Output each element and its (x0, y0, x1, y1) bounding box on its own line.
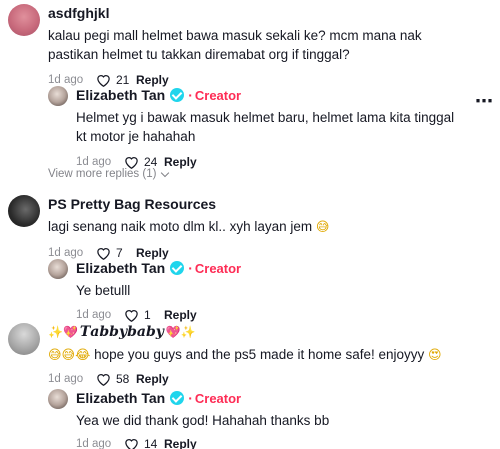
comment-text: 😅😅😂 hope you guys and the ps5 made it ho… (48, 345, 442, 365)
separator: · (188, 260, 193, 276)
comment-text: Ye betulll (76, 283, 131, 298)
timestamp: 1d ago (76, 438, 112, 449)
comment-emoji: 😍 (428, 348, 442, 363)
creator-badge: Creator (194, 260, 242, 276)
like-button[interactable]: 21 (96, 73, 136, 87)
reply-button[interactable]: Reply (136, 372, 169, 386)
reply-button[interactable]: Reply (136, 73, 169, 87)
avatar[interactable] (48, 86, 68, 106)
comment-text-body: lagi senang naik moto dlm kl.. xyh layan… (48, 219, 313, 234)
more-options-icon[interactable]: ⋯ (475, 91, 494, 112)
avatar[interactable] (8, 195, 40, 227)
comment-text: kalau pegi mall helmet bawa masuk sekali… (48, 28, 422, 62)
comment-emoji-prefix: 😅😅😂 (48, 348, 91, 363)
like-count: 7 (116, 246, 123, 260)
timestamp: 1d ago (48, 247, 84, 259)
username[interactable]: Elizabeth Tan (76, 390, 165, 406)
like-count: 58 (116, 372, 130, 386)
separator: · (188, 390, 193, 406)
reply-button[interactable]: Reply (136, 246, 169, 260)
comment-text: Yea we did thank god! Hahahah thanks bb (76, 413, 330, 428)
reply-button[interactable]: Reply (164, 155, 197, 169)
verified-badge-icon (170, 88, 185, 102)
like-button[interactable]: 14 (124, 437, 164, 449)
like-count: 1 (144, 308, 151, 322)
username[interactable]: Elizabeth Tan (76, 87, 165, 103)
like-count: 24 (144, 155, 158, 169)
comment: asdfghjkl kalau pegi mall helmet bawa ma… (8, 4, 488, 88)
username[interactable]: asdfghjkl (48, 5, 109, 21)
reply-comment: Elizabeth Tan · Creator Helmet yg i bawa… (48, 86, 466, 170)
reply-button[interactable]: Reply (164, 308, 197, 322)
avatar[interactable] (8, 323, 40, 355)
reply-comment: Elizabeth Tan · Creator Yea we did thank… (48, 389, 329, 449)
heart-icon (97, 248, 110, 260)
heart-icon (97, 374, 110, 386)
view-more-replies[interactable]: View more replies (1) (48, 168, 170, 180)
creator-badge: Creator (194, 87, 242, 103)
username-prefix: ✨💖 (48, 325, 78, 339)
comment-text-body: hope you guys and the ps5 made it home s… (94, 347, 425, 362)
comment-text: Helmet yg i bawak masuk helmet baru, hel… (76, 110, 455, 144)
username-suffix: 💖✨ (165, 325, 196, 339)
verified-badge-icon (170, 391, 185, 405)
like-button[interactable]: 58 (96, 372, 136, 386)
comment: PS Pretty Bag Resources lagi senang naik… (8, 195, 329, 261)
avatar[interactable] (48, 389, 68, 409)
comment-emoji: 😅 (315, 220, 330, 235)
timestamp: 1d ago (48, 74, 84, 86)
reply-comment: Elizabeth Tan · Creator Ye betulll 1d ag… (48, 259, 241, 323)
username[interactable]: PS Pretty Bag Resources (48, 196, 216, 212)
timestamp: 1d ago (76, 156, 112, 168)
heart-icon (125, 310, 138, 322)
username[interactable]: Elizabeth Tan (76, 260, 165, 276)
avatar[interactable] (8, 4, 40, 36)
comment: ✨💖 𝑻𝒂𝒃𝒃𝒚𝒃𝒂𝒃𝒚 💖✨ 😅😅😂 hope you guys and th… (8, 323, 442, 387)
comment-text: lagi senang naik moto dlm kl.. xyh layan… (48, 217, 329, 237)
verified-badge-icon (170, 261, 185, 275)
username[interactable]: 𝑻𝒂𝒃𝒃𝒚𝒃𝒂𝒃𝒚 (80, 324, 164, 340)
view-more-label: View more replies (1) (48, 168, 157, 180)
separator: · (188, 87, 193, 103)
like-count: 21 (116, 73, 130, 87)
like-button[interactable]: 24 (124, 155, 164, 169)
like-count: 14 (144, 437, 158, 449)
heart-icon (97, 75, 110, 87)
like-button[interactable]: 1 (124, 308, 164, 322)
chevron-down-icon (161, 168, 170, 177)
heart-icon (125, 439, 138, 449)
avatar[interactable] (48, 259, 68, 279)
creator-badge: Creator (194, 390, 242, 406)
timestamp: 1d ago (76, 309, 112, 321)
heart-icon (125, 157, 138, 169)
like-button[interactable]: 7 (96, 246, 136, 260)
timestamp: 1d ago (48, 373, 84, 385)
reply-button[interactable]: Reply (164, 437, 197, 449)
